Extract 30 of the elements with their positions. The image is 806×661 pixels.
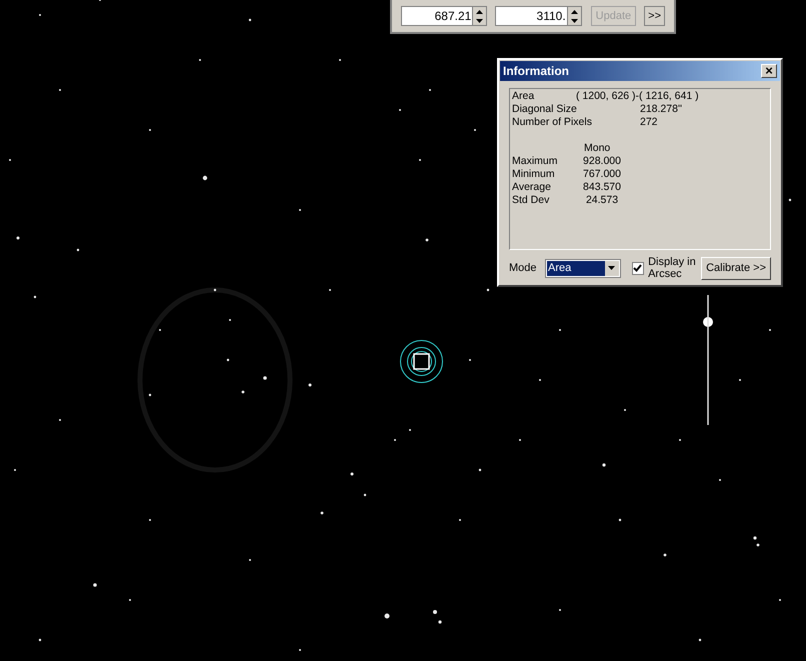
maximum-value: 3110.: [536, 8, 567, 25]
stat-label: Std Dev: [512, 194, 550, 207]
spin-arrows-icon[interactable]: [566, 7, 581, 25]
spin-arrows-icon[interactable]: [472, 7, 486, 25]
close-button[interactable]: ×: [761, 64, 777, 78]
selection-marker-icon[interactable]: [399, 339, 444, 384]
stat-label: Minimum: [512, 168, 556, 181]
stat-value: 24.573: [584, 194, 620, 207]
stat-label: Average: [512, 181, 552, 194]
more-button[interactable]: >>: [644, 6, 665, 26]
stat-value: 928.000: [582, 155, 622, 168]
maximum-spinner[interactable]: 3110.: [495, 6, 582, 26]
info-label: Area: [512, 90, 536, 103]
minimum-value: 687.21: [434, 8, 472, 25]
info-label: Diagonal Size: [512, 103, 578, 116]
info-value: ( 1200, 626 )-( 1216, 641 ): [576, 90, 699, 103]
mode-label: Mode: [509, 260, 538, 276]
stat-label: Maximum: [512, 155, 559, 168]
stat-value: 767.000: [582, 168, 622, 181]
stat-value: 843.570: [582, 181, 622, 194]
window-title: Information: [503, 63, 569, 80]
arcsec-checkbox[interactable]: [632, 262, 644, 274]
mode-dropdown[interactable]: Area: [545, 258, 621, 278]
info-value: 272: [640, 116, 658, 129]
info-value: 218.278'': [640, 103, 682, 116]
arcsec-label: Display in Arcsec: [648, 256, 697, 280]
info-label: Number of Pixels: [512, 116, 593, 129]
stats-header: Mono: [584, 142, 610, 155]
minimum-spinner[interactable]: 687.21: [401, 6, 488, 26]
calibrate-button[interactable]: Calibrate >>: [701, 256, 772, 280]
